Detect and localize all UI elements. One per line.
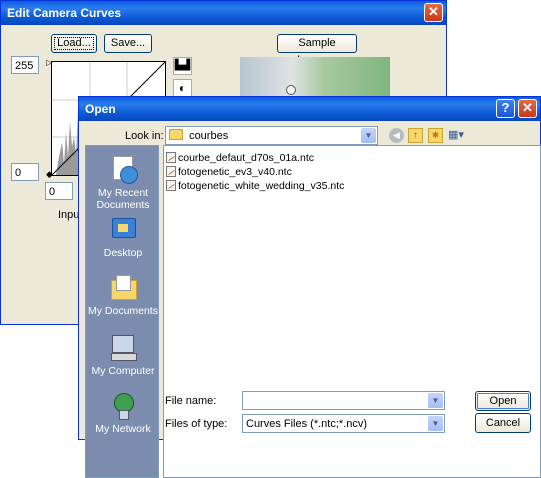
look-in-label: Look in: bbox=[125, 130, 164, 142]
desktop-icon bbox=[108, 214, 138, 244]
files-of-type-combo[interactable]: Curves Files (*.ntc;*.ncv) ▼ bbox=[242, 414, 445, 433]
curve-file-icon bbox=[166, 166, 176, 177]
file-item[interactable]: courbe_defaut_d70s_01a.ntc bbox=[166, 151, 314, 165]
open-close-button[interactable]: ✕ bbox=[518, 99, 537, 118]
open-dialog: Open ? ✕ Look in: courbes ▼ ◀ ↑ ✱ ▦▾ My … bbox=[78, 96, 541, 478]
sample-image-button[interactable]: Sample Image... bbox=[277, 34, 357, 66]
input-min-marker-icon[interactable]: ◆ bbox=[46, 169, 53, 180]
place-my-documents[interactable]: My Documents bbox=[86, 272, 160, 317]
place-my-computer[interactable]: My Computer bbox=[86, 332, 160, 377]
folder-icon bbox=[169, 129, 183, 140]
help-button[interactable]: ? bbox=[496, 99, 515, 118]
look-in-combo[interactable]: courbes ▼ bbox=[165, 126, 378, 145]
new-folder-icon[interactable]: ✱ bbox=[428, 128, 443, 143]
my-documents-icon bbox=[108, 272, 138, 302]
look-in-value: courbes bbox=[189, 130, 229, 142]
place-my-recent-documents[interactable]: My Recent Documents bbox=[86, 154, 160, 211]
files-of-type-value: Curves Files (*.ntc;*.ncv) bbox=[246, 418, 368, 430]
histogram-toggle-icon[interactable]: ▙▟ bbox=[173, 57, 192, 75]
open-button[interactable]: Open bbox=[475, 391, 531, 411]
open-title: Open bbox=[85, 102, 116, 116]
sample-image-preview bbox=[240, 57, 390, 97]
place-desktop[interactable]: Desktop bbox=[86, 214, 160, 259]
save-button[interactable]: Save... bbox=[104, 34, 152, 53]
back-icon[interactable]: ◀ bbox=[389, 128, 404, 143]
load-button[interactable]: Load... bbox=[51, 34, 97, 53]
places-bar: My Recent Documents Desktop My Documents… bbox=[85, 145, 159, 478]
open-titlebar: Open ? ✕ bbox=[79, 97, 540, 121]
file-name-label: File name: bbox=[165, 395, 217, 407]
my-network-icon bbox=[108, 390, 138, 420]
cancel-button[interactable]: Cancel bbox=[475, 413, 531, 433]
look-in-dropdown-icon[interactable]: ▼ bbox=[361, 128, 376, 143]
file-item[interactable]: fotogenetic_white_wedding_v35.ntc bbox=[166, 179, 344, 193]
curves-titlebar: Edit Camera Curves ✕ bbox=[1, 1, 446, 25]
files-of-type-label: Files of type: bbox=[165, 418, 228, 430]
up-folder-icon[interactable]: ↑ bbox=[408, 128, 423, 143]
curve-file-icon bbox=[166, 180, 176, 191]
place-my-network[interactable]: My Network bbox=[86, 390, 160, 435]
my-computer-icon bbox=[108, 332, 138, 362]
views-menu-icon[interactable]: ▦▾ bbox=[448, 128, 470, 143]
curves-close-button[interactable]: ✕ bbox=[424, 3, 443, 22]
recent-documents-icon bbox=[108, 154, 138, 184]
files-of-type-dropdown-icon[interactable]: ▼ bbox=[428, 416, 443, 431]
curves-title: Edit Camera Curves bbox=[7, 6, 122, 20]
output-max-field[interactable]: 255 bbox=[11, 56, 39, 74]
file-name-dropdown-icon[interactable]: ▼ bbox=[428, 393, 443, 408]
output-min-field[interactable]: 0 bbox=[11, 163, 39, 181]
file-name-combo[interactable]: ▼ bbox=[242, 391, 445, 410]
curve-file-icon bbox=[166, 152, 176, 163]
contrast-icon[interactable]: ◐ bbox=[173, 79, 192, 97]
file-item[interactable]: fotogenetic_ev3_v40.ntc bbox=[166, 165, 292, 179]
input-min-field[interactable]: 0 bbox=[45, 182, 73, 200]
